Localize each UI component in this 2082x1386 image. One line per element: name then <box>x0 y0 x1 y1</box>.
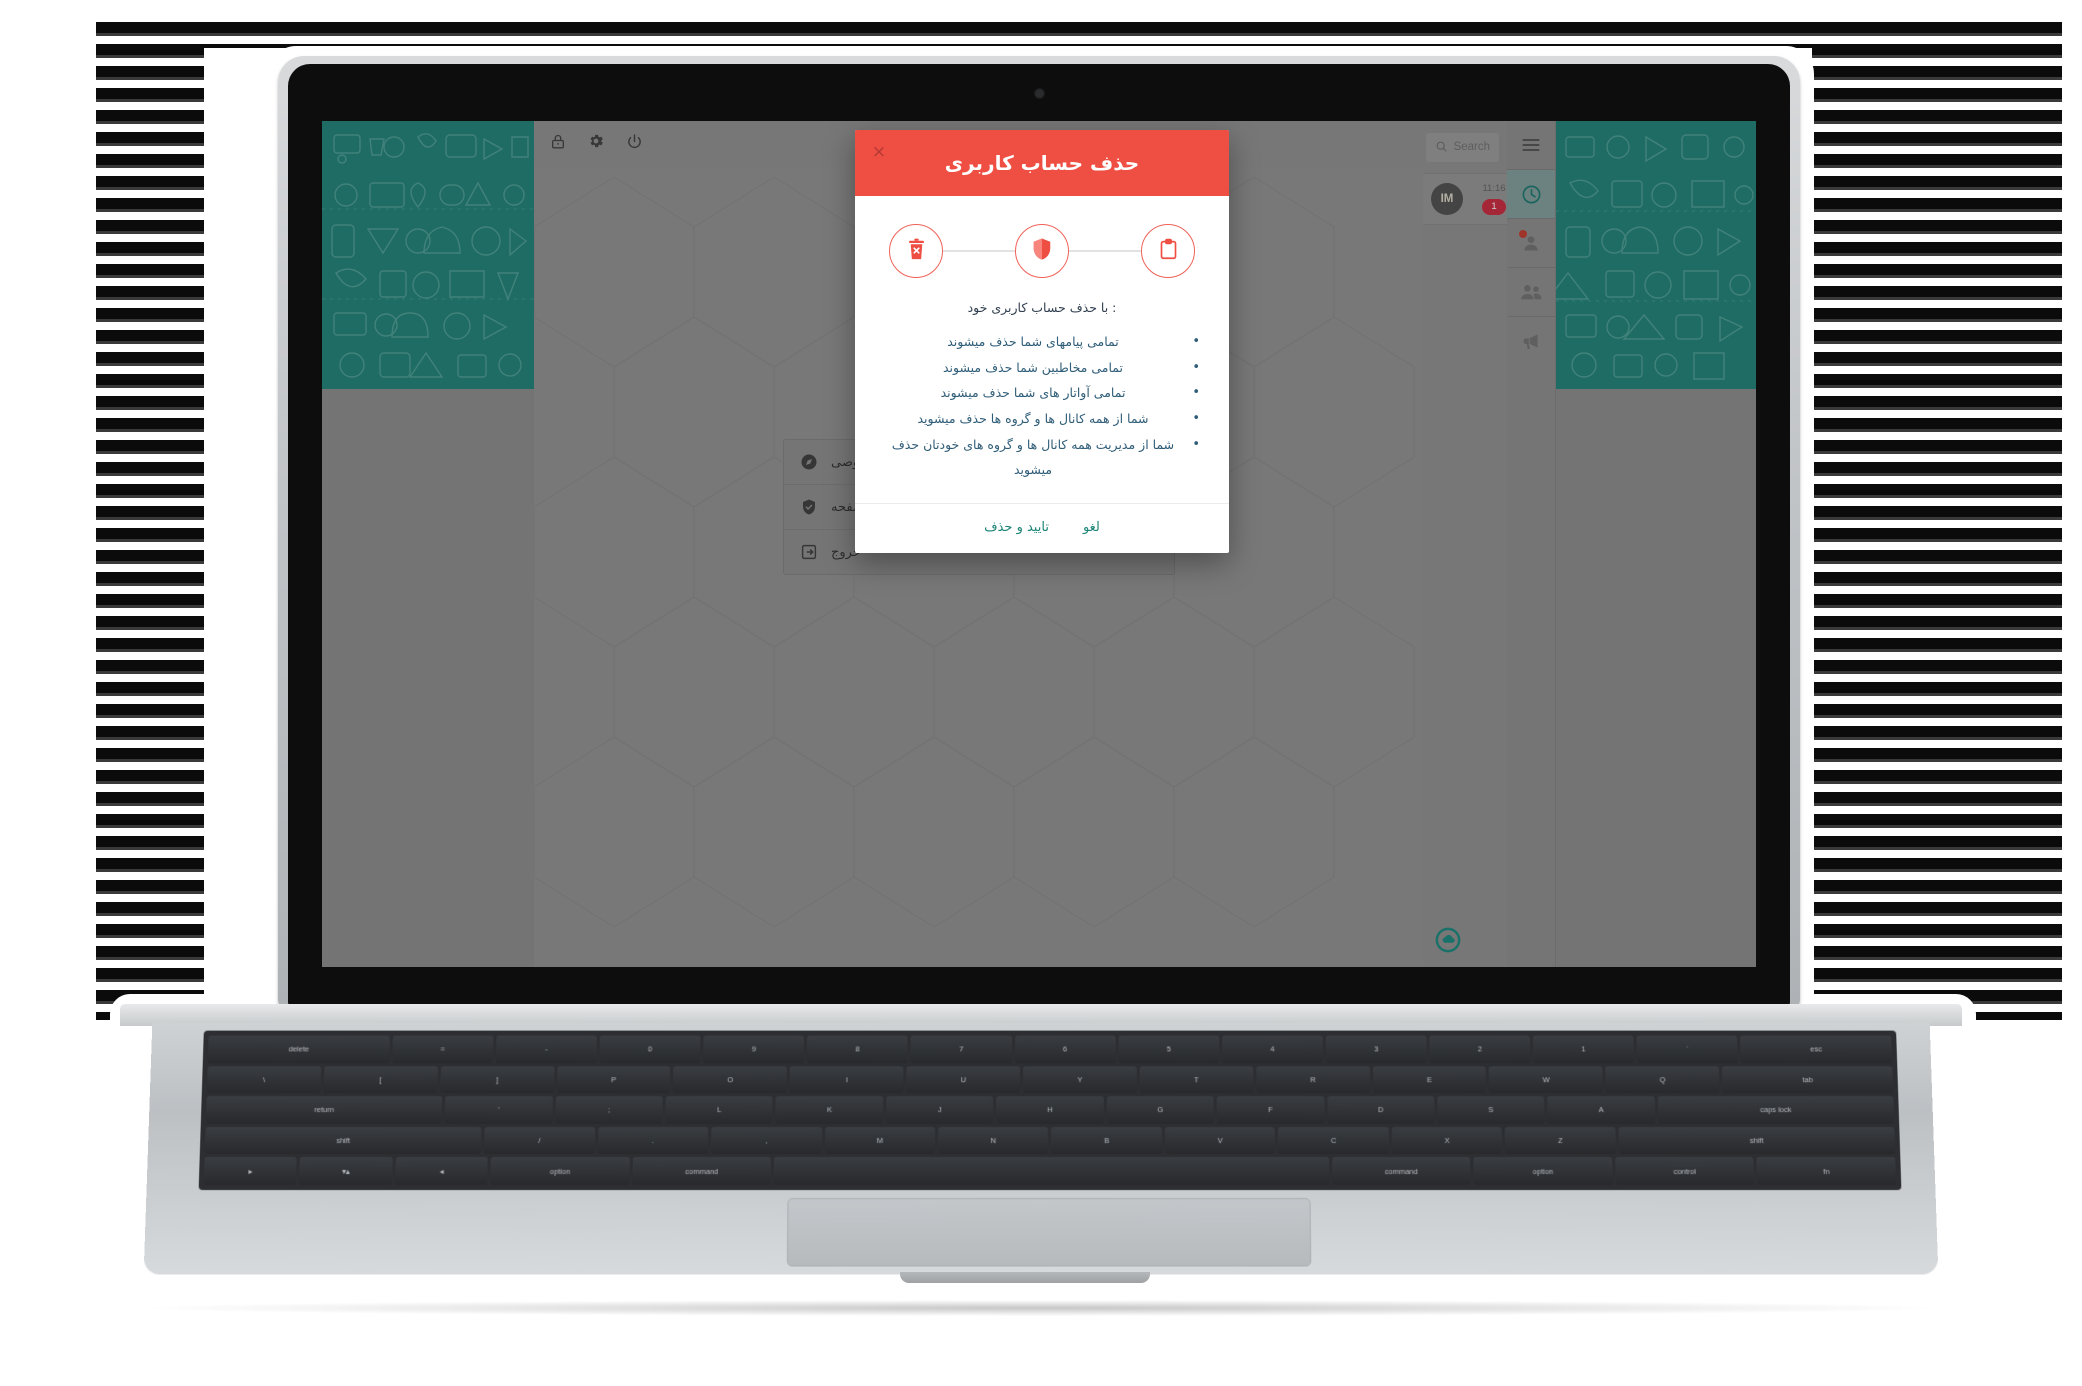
blinds-backdrop <box>96 18 2062 1020</box>
laptop-mockup-stage: س پروفایل خود را تنظیم نموده و نام یر ده… <box>0 0 2082 1386</box>
